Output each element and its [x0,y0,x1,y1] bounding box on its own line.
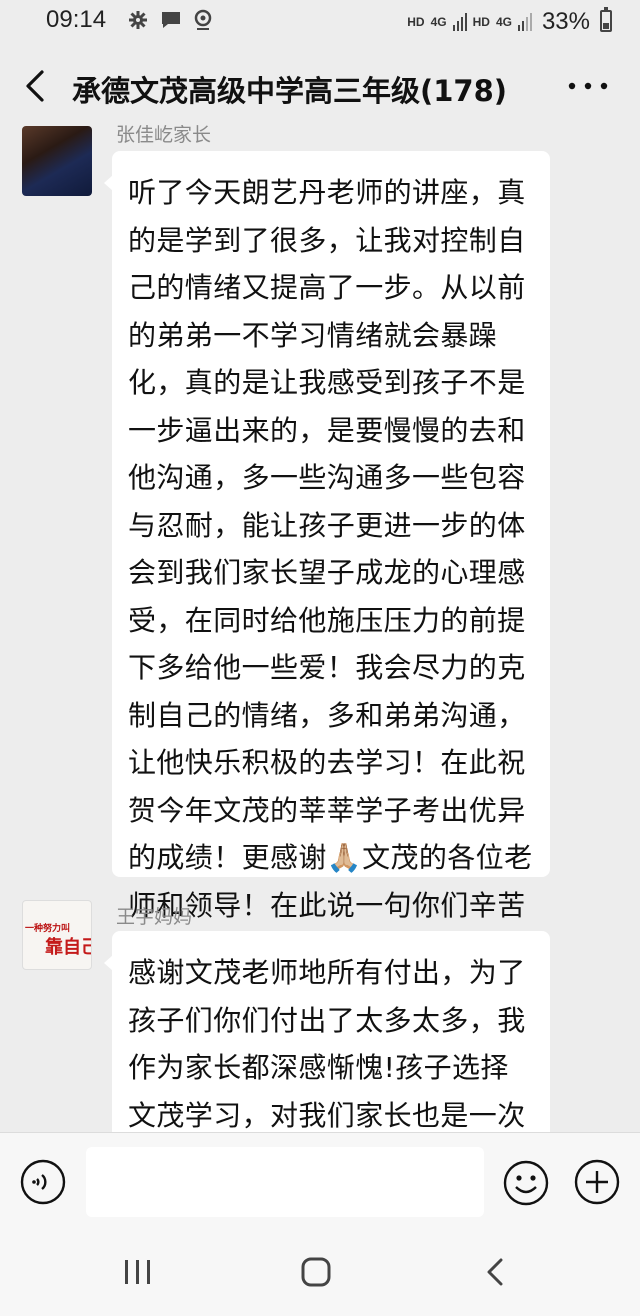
chevron-left-icon[interactable] [18,66,54,106]
message-bubble[interactable]: 感谢文茂老师地所有付出，为了孩子们你们付出了太多太多，我作为家长都深感惭愧!孩子… [104,931,550,1132]
home-icon[interactable] [300,1256,332,1288]
emoji-icon[interactable] [502,1159,550,1207]
battery-percent: 33% [541,8,590,35]
message-text: 听了今天朗艺丹老师的讲座，真的是学到了很多，让我对控制自己的情绪又提高了一步。从… [128,176,526,874]
chat-notification-icon [162,12,180,28]
status-time: 09:14 [46,6,107,33]
message-input[interactable] [86,1147,484,1217]
4g-label: 4G [430,15,447,29]
system-nav-bar [0,1230,640,1316]
more-dots-icon[interactable] [566,74,610,98]
recent-apps-icon[interactable] [122,1258,154,1286]
battery-level [603,23,609,29]
status-bar: 09:14 HD 4G HD 4G 33% [0,0,640,44]
back-icon[interactable] [484,1256,506,1288]
status-notification-icons [128,9,212,31]
signal-icon [452,13,467,31]
sender-name: 张佳屹家长 [116,124,212,146]
battery-icon [600,7,612,32]
gear-icon [129,11,147,29]
hd-label-2: HD [472,15,490,29]
message-text: 感谢文茂老师地所有付出，为了孩子们你们付出了太多太多，我作为家长都深感惭愧!孩子… [128,956,526,1132]
message-bubble[interactable]: 听了今天朗艺丹老师的讲座，真的是学到了很多，让我对控制自己的情绪又提高了一步。从… [104,151,550,969]
chat-title: 承德文茂高级中学高三年级(178) [72,74,508,108]
avatar[interactable]: 一种努力叫 靠自己 [22,900,92,970]
chat-message-list[interactable]: 张佳屹家长 听了今天朗艺丹老师的讲座，真的是学到了很多，让我对控制自己的情绪又提… [0,118,640,1132]
folded-hands-emoji-icon: 🙏🏼 [326,841,363,874]
voice-icon[interactable] [20,1159,66,1205]
message-input-bar [0,1132,640,1230]
4g-label-2: 4G [495,15,512,29]
plus-icon[interactable] [574,1159,620,1205]
location-icon [194,9,212,30]
avatar[interactable] [22,126,92,196]
avatar-headline: 靠自己 [45,937,91,958]
signal-icon-2 [517,13,532,31]
sender-name: 王宇妈妈 [116,906,193,928]
status-system-icons: HD 4G HD 4G 33% [407,8,590,36]
hd-label: HD [407,15,425,29]
